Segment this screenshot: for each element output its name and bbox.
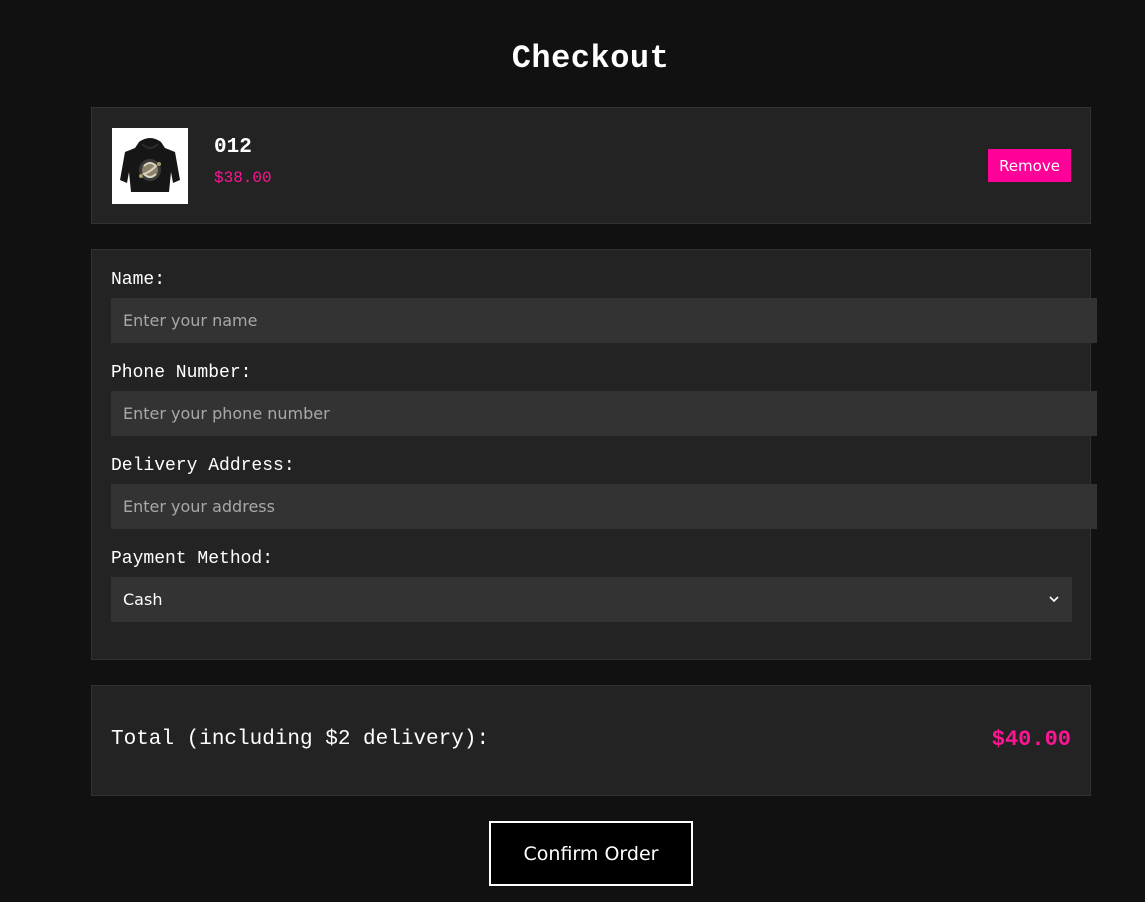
phone-input[interactable] <box>111 391 1097 436</box>
item-price: $38.00 <box>214 169 272 187</box>
name-input[interactable] <box>111 298 1097 343</box>
page-title: Checkout <box>511 40 670 77</box>
product-thumbnail <box>112 128 188 204</box>
payment-method-select[interactable]: Cash <box>111 577 1072 622</box>
payment-method-value: Cash <box>123 590 163 609</box>
name-label: Name: <box>111 270 166 290</box>
address-label: Delivery Address: <box>111 456 295 476</box>
address-input[interactable] <box>111 484 1097 529</box>
confirm-order-button[interactable]: Confirm Order <box>489 821 693 886</box>
checkout-page: Checkout 012 $38.00 Remove Name: Phone N… <box>0 0 1145 902</box>
chevron-down-icon <box>1048 594 1060 606</box>
payment-label: Payment Method: <box>111 549 274 569</box>
cart-item-card: 012 $38.00 Remove <box>91 107 1091 224</box>
delivery-form: Name: Phone Number: Delivery Address: Pa… <box>91 249 1097 660</box>
total-label: Total (including $2 delivery): <box>111 728 490 751</box>
total-value: $40.00 <box>991 727 1071 752</box>
hoodie-image <box>120 138 180 192</box>
phone-label: Phone Number: <box>111 363 252 383</box>
remove-button[interactable]: Remove <box>988 149 1071 182</box>
item-name: 012 <box>214 136 252 159</box>
order-summary: Total (including $2 delivery): $40.00 <box>91 685 1091 796</box>
